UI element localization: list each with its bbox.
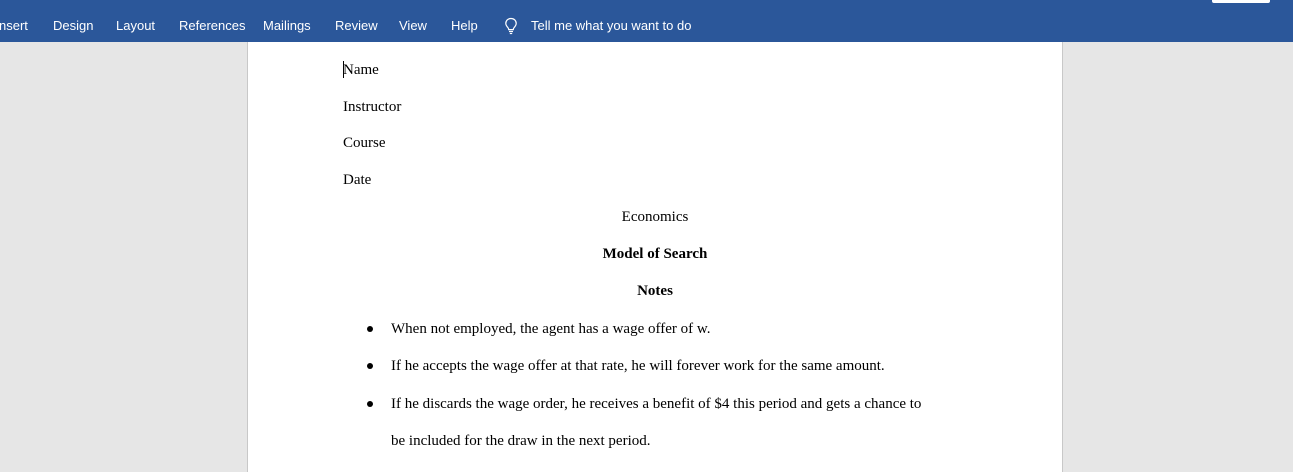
tab-help[interactable]: Help	[451, 18, 478, 33]
bullet-icon	[367, 363, 373, 369]
document-subtitle[interactable]: Notes	[343, 282, 967, 300]
tab-layout[interactable]: Layout	[116, 18, 155, 33]
tell-me-search[interactable]: Tell me what you want to do	[531, 18, 691, 33]
bullet-icon	[367, 326, 373, 332]
bullet-item-1[interactable]: When not employed, the agent has a wage …	[391, 320, 710, 338]
lightbulb-icon[interactable]	[503, 17, 519, 35]
bullet-icon	[367, 401, 373, 407]
header-course[interactable]: Course	[343, 134, 386, 152]
header-name[interactable]: Name	[343, 61, 379, 79]
ribbon-tab-bar: nsert Design Layout References Mailings …	[0, 0, 1293, 42]
tab-references[interactable]: References	[179, 18, 245, 33]
document-title[interactable]: Model of Search	[343, 245, 967, 263]
bullet-item-3-continuation[interactable]: be included for the draw in the next per…	[391, 432, 651, 450]
header-instructor[interactable]: Instructor	[343, 98, 401, 116]
share-button[interactable]	[1212, 0, 1270, 3]
tab-view[interactable]: View	[399, 18, 427, 33]
subject-line[interactable]: Economics	[343, 208, 967, 226]
tab-mailings[interactable]: Mailings	[263, 18, 311, 33]
tab-design[interactable]: Design	[53, 18, 93, 33]
header-date[interactable]: Date	[343, 171, 371, 189]
tab-insert[interactable]: nsert	[0, 18, 28, 33]
bullet-item-2[interactable]: If he accepts the wage offer at that rat…	[391, 357, 885, 375]
tab-review[interactable]: Review	[335, 18, 378, 33]
bullet-item-3[interactable]: If he discards the wage order, he receiv…	[391, 395, 921, 413]
